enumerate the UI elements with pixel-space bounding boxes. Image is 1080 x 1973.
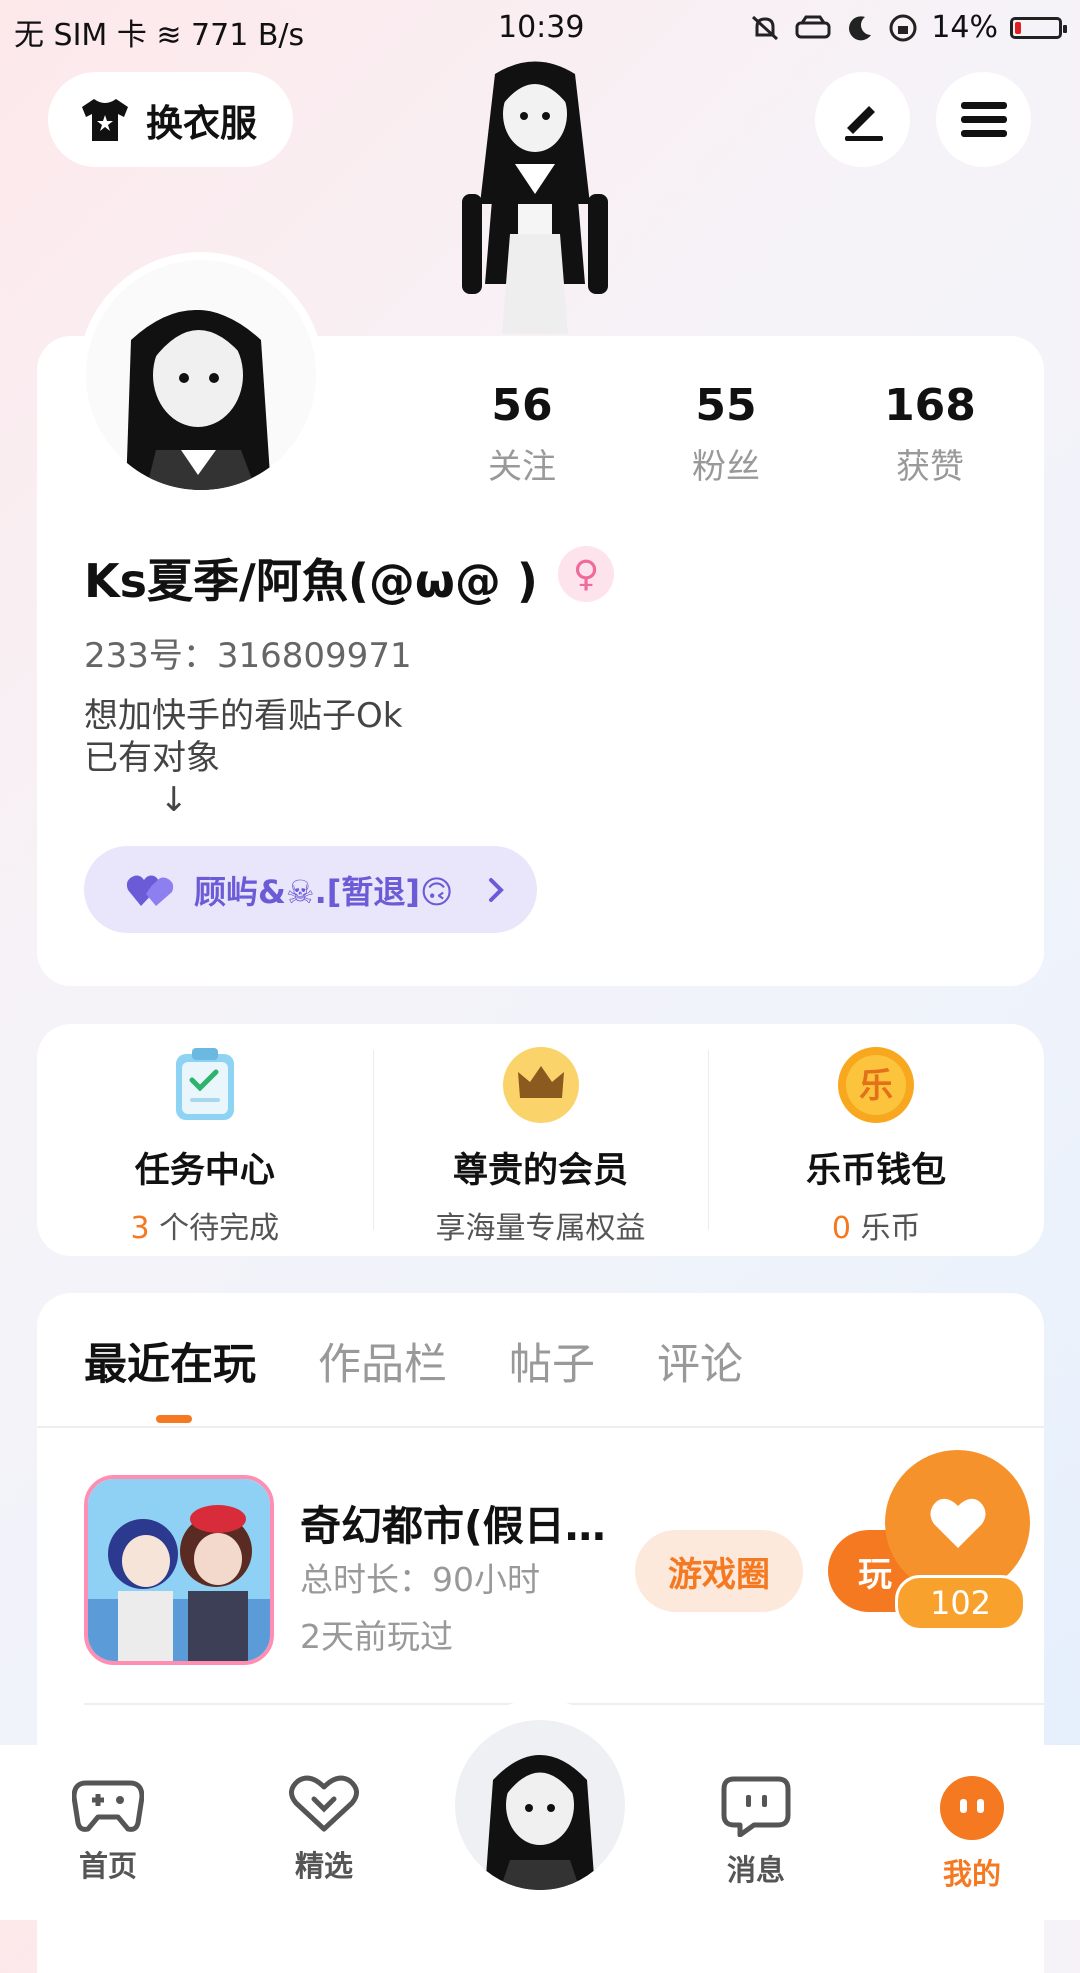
following-stat[interactable]: 56 关注 xyxy=(442,380,602,488)
me-face-icon xyxy=(940,1776,1004,1840)
battery-percent: 14% xyxy=(931,10,998,45)
followers-count: 55 xyxy=(695,380,757,431)
quick-actions-card: 任务中心 3 个待完成 尊贵的会员 享海量专属权益 乐 乐币钱包 0 乐币 xyxy=(37,1024,1044,1256)
rotation-lock-icon xyxy=(889,14,917,41)
shirt-icon xyxy=(82,98,128,141)
game-title[interactable]: 奇幻都市(假日… xyxy=(300,1492,606,1552)
following-label: 关注 xyxy=(488,447,556,487)
nav-messages-label: 消息 xyxy=(726,1853,785,1887)
change-outfit-label: 换衣服 xyxy=(146,101,257,145)
nav-me[interactable]: 我的 xyxy=(912,1775,1032,1893)
wallet-sub-text: 乐币 xyxy=(850,1211,921,1246)
tab-recent-played[interactable]: 最近在玩 xyxy=(84,1330,256,1392)
game-artwork xyxy=(88,1479,270,1661)
profile-tabs: 最近在玩 作品栏 帖子 评论 xyxy=(84,1330,805,1392)
tab-indicator xyxy=(156,1415,192,1423)
coin-count: 0 xyxy=(831,1211,851,1246)
car-icon xyxy=(795,15,831,38)
task-sub-text: 个待完成 xyxy=(149,1211,280,1246)
status-icons: 14% xyxy=(749,10,1067,45)
battery-icon xyxy=(1010,16,1067,39)
tabs-divider xyxy=(37,1426,1044,1428)
gamepad-icon xyxy=(71,1780,145,1832)
nav-messages[interactable]: 消息 xyxy=(696,1775,816,1889)
followers-stat[interactable]: 55 粉丝 xyxy=(646,380,806,488)
clipboard-icon xyxy=(175,1048,234,1120)
avatar-figure[interactable] xyxy=(440,54,630,334)
pen-icon xyxy=(844,105,883,141)
nav-home-label: 首页 xyxy=(78,1849,137,1883)
bio: 想加快手的看贴子Ok 已有对象 ↓ xyxy=(84,696,403,820)
nav-featured[interactable]: 精选 xyxy=(264,1775,384,1885)
double-heart-icon xyxy=(126,875,174,906)
likes-count: 168 xyxy=(884,380,976,431)
likes-stat[interactable]: 168 获赞 xyxy=(850,380,1010,488)
change-outfit-button[interactable]: 换衣服 xyxy=(48,72,293,167)
task-center-title: 任务中心 xyxy=(134,1151,275,1191)
nav-home[interactable]: 首页 xyxy=(48,1775,168,1885)
network-status: 无 SIM 卡 ≋ 771 B/s xyxy=(14,18,305,53)
tab-comments[interactable]: 评论 xyxy=(657,1330,743,1392)
vip-member-button[interactable]: 尊贵的会员 享海量专属权益 xyxy=(372,1024,709,1256)
nav-avatar-button[interactable] xyxy=(455,1720,625,1890)
avatar[interactable] xyxy=(86,260,316,490)
crown-icon xyxy=(502,1047,579,1123)
game-icon[interactable] xyxy=(84,1475,274,1665)
menu-button[interactable] xyxy=(936,72,1031,167)
task-center-button[interactable]: 任务中心 3 个待完成 xyxy=(37,1024,373,1256)
svg-text:乐: 乐 xyxy=(859,1066,893,1106)
heart-outline-icon xyxy=(289,1775,359,1832)
username: Ks夏季/阿魚(@ω@ ) xyxy=(84,554,538,608)
following-count: 56 xyxy=(491,380,553,431)
chevron-right-icon xyxy=(489,877,505,902)
vip-title: 尊贵的会员 xyxy=(453,1151,629,1191)
heart-icon xyxy=(929,1498,986,1548)
game-circle-button[interactable]: 游戏圈 xyxy=(635,1530,803,1612)
couple-label: 顾屿&☠.[暂退]🙃 xyxy=(194,872,454,911)
nav-featured-label: 精选 xyxy=(294,1849,353,1883)
wallet-title: 乐币钱包 xyxy=(806,1151,947,1191)
task-count: 3 xyxy=(130,1211,150,1246)
couple-link[interactable]: 顾屿&☠.[暂退]🙃 xyxy=(84,846,537,933)
nav-avatar-image xyxy=(485,1755,595,1890)
game-last-played: 2天前玩过 xyxy=(300,1617,453,1656)
gender-badge: ♀ xyxy=(558,546,614,602)
tab-works[interactable]: 作品栏 xyxy=(318,1330,447,1392)
edit-profile-button[interactable] xyxy=(815,72,910,167)
task-center-sub: 3 个待完成 xyxy=(37,1203,373,1247)
chat-icon xyxy=(721,1776,791,1838)
wallet-button[interactable]: 乐 乐币钱包 0 乐币 xyxy=(708,1024,1044,1256)
moon-icon xyxy=(849,15,872,40)
clock: 10:39 xyxy=(498,10,585,45)
mute-icon xyxy=(752,15,779,40)
tab-posts[interactable]: 帖子 xyxy=(509,1330,595,1392)
status-bar: 无 SIM 卡 ≋ 771 B/s 10:39 14% xyxy=(0,0,1080,56)
followers-label: 粉丝 xyxy=(692,447,760,487)
likes-label: 获赞 xyxy=(896,447,964,487)
wallet-sub: 0 乐币 xyxy=(708,1203,1044,1247)
like-button[interactable] xyxy=(885,1450,1030,1595)
nav-me-label: 我的 xyxy=(942,1857,1001,1891)
hamburger-icon xyxy=(960,101,1007,137)
avatar-image xyxy=(86,260,316,490)
coin-icon: 乐 xyxy=(838,1047,915,1123)
game-duration: 总时长：90小时 xyxy=(300,1560,540,1599)
vip-sub: 享海量专属权益 xyxy=(435,1211,646,1246)
like-count: 102 xyxy=(895,1575,1026,1631)
user-id: 233号：316809971 xyxy=(84,636,412,676)
